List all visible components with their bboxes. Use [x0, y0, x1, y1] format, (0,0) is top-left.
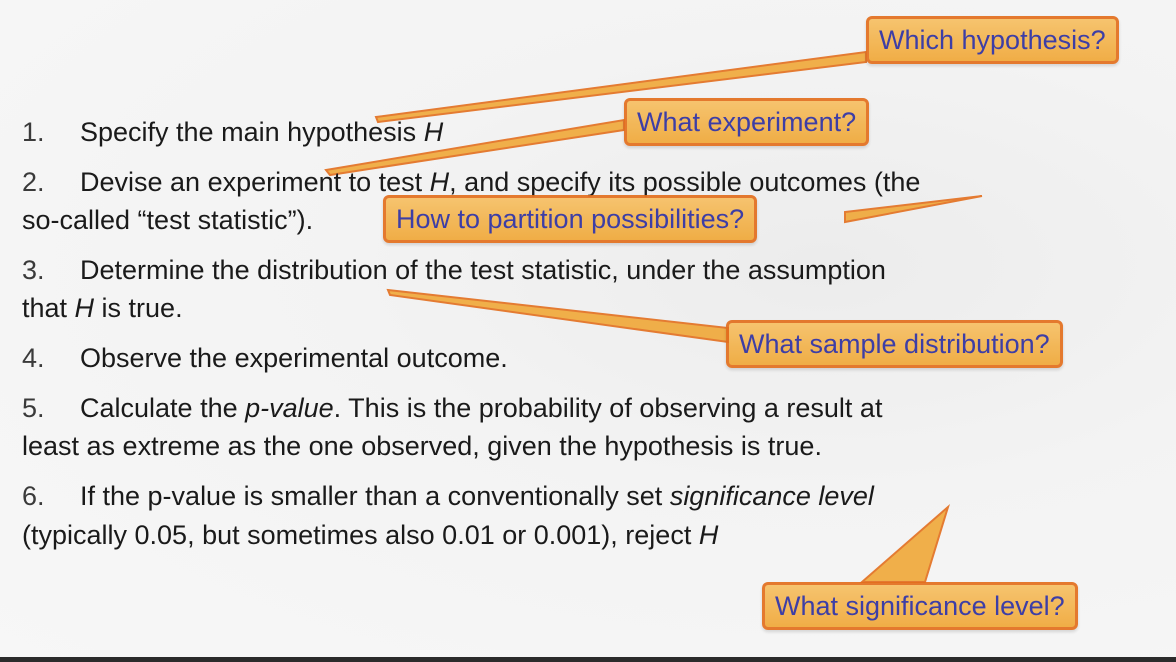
step-number: 2.: [22, 167, 45, 197]
step-text: Specify the main hypothesis: [80, 117, 424, 147]
step-number: 3.: [22, 255, 45, 285]
step-number: 5.: [22, 393, 45, 423]
p-value-term: p-value: [245, 393, 334, 423]
significance-level-term: significance level: [669, 481, 874, 511]
step-number: 1.: [22, 117, 45, 147]
step-4: 4. Observe the experimental outcome.: [22, 339, 508, 377]
callout-what-experiment: What experiment?: [624, 98, 870, 146]
step-text: Determine the distribution of the test s…: [80, 255, 886, 285]
connector-sample-distribution: [386, 288, 729, 344]
step-text: (typically 0.05, but sometimes also 0.01…: [22, 520, 699, 550]
slide: 1. Specify the main hypothesis H 2. Devise…: [0, 0, 1176, 662]
step-5-line-2: least as extreme as the one observed, gi…: [22, 427, 822, 465]
step-number: 6.: [22, 481, 45, 511]
step-text: least as extreme as the one observed, gi…: [22, 431, 822, 461]
variable-h: H: [429, 167, 450, 197]
callout-which-hypothesis: Which hypothesis?: [866, 16, 1119, 64]
step-1: 1. Specify the main hypothesis H: [22, 113, 443, 151]
callout-significance-level: What significance level?: [762, 582, 1078, 630]
step-text: If the p-value is smaller than a convent…: [80, 481, 670, 511]
step-text: Observe the experimental outcome.: [80, 343, 508, 373]
variable-h: H: [698, 520, 719, 550]
step-6-line-2: (typically 0.05, but sometimes also 0.01…: [22, 516, 718, 554]
variable-h: H: [423, 117, 444, 147]
step-2-line-2: so-called “test statistic”).: [22, 201, 313, 239]
step-text: , and specify its possible outcomes (the: [449, 167, 921, 197]
callout-sample-distribution: What sample distribution?: [726, 320, 1063, 368]
step-3: 3. Determine the distribution of the test…: [22, 251, 886, 289]
bottom-bar: [0, 657, 1176, 662]
variable-h: H: [74, 293, 95, 323]
step-text: is true.: [94, 293, 183, 323]
step-text: Calculate the: [80, 393, 246, 423]
step-text: . This is the probability of observing a…: [333, 393, 883, 423]
connector-significance-level: [859, 503, 950, 583]
step-6: 6. If the p-value is smaller than a conve…: [22, 477, 874, 515]
step-3-line-2: that H is true.: [22, 289, 183, 327]
step-text: so-called “test statistic”).: [22, 205, 314, 235]
step-5: 5. Calculate the p-value. This is the pro…: [22, 389, 882, 427]
callout-partition: How to partition possibilities?: [383, 195, 758, 243]
step-text: that: [22, 293, 75, 323]
step-number: 4.: [22, 343, 45, 373]
step-text: Devise an experiment to test: [80, 167, 430, 197]
